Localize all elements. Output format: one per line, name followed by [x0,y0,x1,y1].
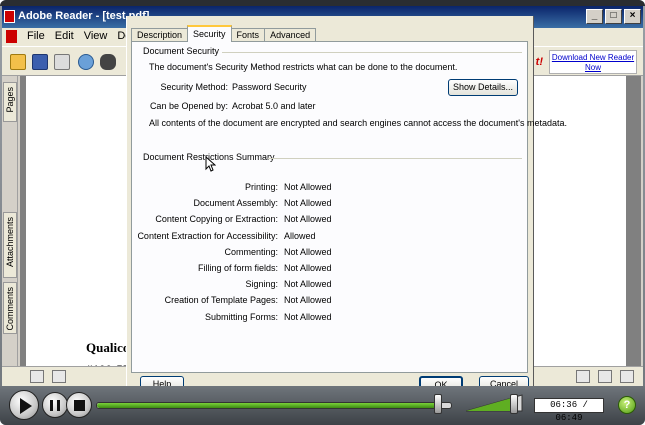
minimize-button[interactable]: _ [586,9,603,24]
single-page-icon[interactable] [576,370,590,383]
tab-description[interactable]: Description [131,28,189,42]
security-description: The document's Security Method restricts… [149,62,458,72]
tab-fonts[interactable]: Fonts [230,28,266,42]
restriction-label: Filling of form fields: [197,263,278,273]
stop-button[interactable] [66,392,92,418]
restriction-row: Commenting: Not Allowed [132,247,522,260]
restriction-value: Not Allowed [284,182,332,192]
nav-tab-comments[interactable]: Comments [3,282,17,334]
restriction-label: Submitting Forms: [204,311,278,322]
download-reader-link[interactable]: Download New Reader Now [549,50,637,74]
restriction-value: Not Allowed [284,214,332,225]
maximize-button[interactable]: □ [605,9,622,24]
player-help-button[interactable]: ? [618,396,636,414]
nav-tab-attachments[interactable]: Attachments [3,212,17,278]
restriction-row: Content Copying or Extraction: Not Allowe… [132,214,522,227]
mouse-cursor-icon [205,156,216,172]
can-be-opened-label: Can be Opened by: [149,101,228,111]
restriction-value: Not Allowed [284,311,332,322]
restriction-row: Signing: Not Allowed [132,279,522,292]
close-button[interactable]: × [624,9,641,24]
play-button[interactable] [9,390,39,420]
continuous-page-icon[interactable] [598,370,612,383]
window-buttons: _ □ × [586,9,641,24]
section-divider [268,158,522,159]
seek-handle[interactable] [433,394,442,414]
restriction-row: Printing: Not Allowed [132,182,522,195]
restriction-label: Content Copying or Extraction: [155,214,278,225]
search-binoculars-icon[interactable] [100,54,116,70]
restriction-value: Not Allowed [284,263,332,273]
navigation-panel: Pages Attachments Comments [2,76,18,366]
nav-tab-pages[interactable]: Pages [3,82,17,122]
facing-pages-icon[interactable] [620,370,634,383]
restriction-label: Content Extraction for Accessibility: [137,230,278,241]
restriction-value: Not Allowed [284,246,332,257]
security-method-value: Password Security [232,82,307,92]
nav-tab-pages-label: Pages [5,87,15,113]
email-globe-icon[interactable] [78,54,94,70]
pdf-document-icon [6,30,17,43]
can-be-opened-value: Acrobat 5.0 and later [232,101,316,111]
nav-tab-attachments-label: Attachments [5,217,15,268]
restriction-value: Not Allowed [284,279,332,290]
menu-view[interactable]: View [84,30,108,46]
document-security-heading: Document Security [143,46,220,56]
restriction-label: Creation of Template Pages: [164,295,278,306]
volume-handle[interactable] [509,394,518,414]
restriction-value: Allowed [284,230,316,241]
page-layout-icon[interactable] [30,370,44,383]
nav-tab-comments-label: Comments [5,287,15,331]
show-details-button[interactable]: Show Details... [448,79,518,96]
document-icon[interactable] [52,370,66,383]
seek-progress [97,403,437,408]
restriction-row: Creation of Template Pages: Not Allowed [132,295,522,308]
restriction-row: Content Extraction for Accessibility: All… [132,231,522,244]
print-icon[interactable] [54,54,70,70]
restriction-value: Not Allowed [284,295,332,306]
adobe-reader-icon [4,10,15,23]
restriction-label: Commenting: [224,246,278,257]
stop-icon [74,400,85,411]
restriction-label: Printing: [244,182,278,192]
seek-bar[interactable] [96,402,452,409]
tab-advanced[interactable]: Advanced [264,28,317,42]
restriction-label: Document Assembly: [193,198,278,209]
video-player: Adobe Reader - [test.pdf] _ □ × File Edi… [0,0,645,425]
security-method-label: Security Method: [160,82,228,92]
restriction-value: Not Allowed [284,198,332,209]
pause-button[interactable] [42,392,68,418]
tab-security[interactable]: Security [187,25,232,42]
time-display: 06:36 / 06:49 [534,398,604,423]
dialog-tabs: Description Security Fonts Advanced [131,25,317,42]
pause-icon [50,400,60,411]
save-icon[interactable] [32,54,48,70]
menu-file[interactable]: File [27,30,45,46]
menu-edit[interactable]: Edit [55,30,74,46]
security-tab-panel: Document Security The document's Securit… [131,41,567,393]
section-divider [222,52,522,53]
ad-highlight-text: t! [535,56,543,68]
restriction-row: Filling of form fields: Not Allowed [132,263,522,276]
document-properties-dialog: Description Security Fonts Advanced Docu… [126,16,567,393]
encryption-note: All contents of the document are encrypt… [149,118,567,128]
restriction-label: Signing: [245,279,278,290]
open-folder-icon[interactable] [10,54,26,70]
play-icon [20,398,32,414]
restriction-row: Document Assembly: Not Allowed [132,198,522,211]
restriction-row: Submitting Forms: Not Allowed [132,312,522,325]
